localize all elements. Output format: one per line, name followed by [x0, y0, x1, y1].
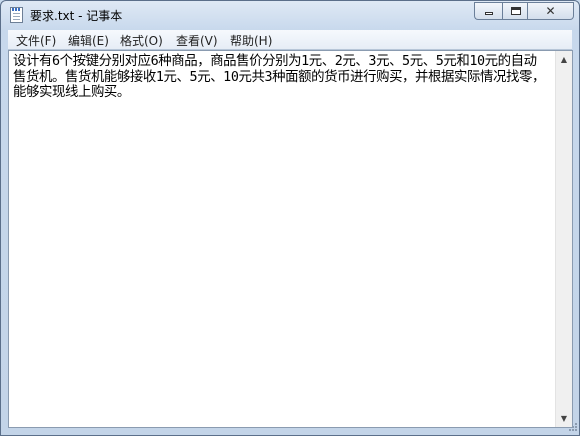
- window-controls: ✕: [474, 2, 574, 21]
- maximize-icon: [511, 7, 521, 15]
- menu-help[interactable]: 帮助(H): [230, 32, 272, 49]
- notepad-window: 要求.txt - 记事本 ✕ 文件(F) 编辑(E) 格式(O) 查看(V) 帮…: [0, 0, 580, 436]
- menu-view[interactable]: 查看(V): [176, 32, 218, 49]
- title-bar[interactable]: 要求.txt - 记事本 ✕: [1, 1, 579, 29]
- resize-grip-icon[interactable]: [563, 419, 579, 435]
- menu-bar: 文件(F) 编辑(E) 格式(O) 查看(V) 帮助(H): [8, 30, 572, 50]
- vertical-scrollbar[interactable]: ▲ ▼: [555, 51, 572, 427]
- menu-file[interactable]: 文件(F): [16, 32, 56, 49]
- text-editor[interactable]: 设计有6个按键分别对应6种商品，商品售价分别为1元、2元、3元、5元、5元和10…: [8, 50, 573, 428]
- menu-format[interactable]: 格式(O): [120, 32, 163, 49]
- close-button[interactable]: ✕: [528, 2, 574, 20]
- window-title: 要求.txt - 记事本: [30, 9, 123, 23]
- scroll-up-icon[interactable]: ▲: [556, 51, 572, 68]
- notepad-icon: [10, 7, 23, 23]
- maximize-button[interactable]: [502, 2, 528, 20]
- close-icon: ✕: [545, 4, 556, 18]
- minimize-button[interactable]: [474, 2, 502, 20]
- minimize-icon: [485, 12, 493, 15]
- menu-edit[interactable]: 编辑(E): [68, 32, 109, 49]
- document-text[interactable]: 设计有6个按键分别对应6种商品，商品售价分别为1元、2元、3元、5元、5元和10…: [13, 54, 548, 101]
